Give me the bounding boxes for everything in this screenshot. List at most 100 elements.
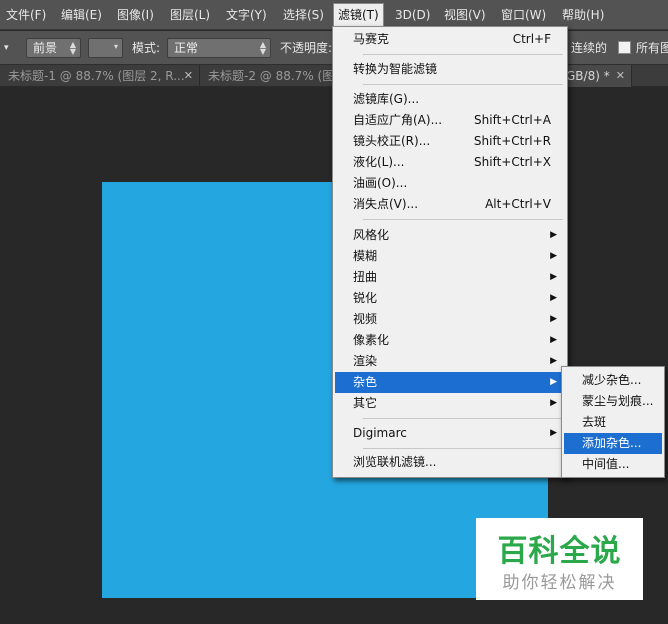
shortcut-label: Ctrl+F [512, 32, 551, 46]
tab-document-3-active[interactable]: GB/8) * ✕ [560, 65, 632, 87]
menu-filter[interactable]: 滤镜(T) [333, 3, 384, 27]
spinner-icon: ▲ ▼ [259, 40, 266, 56]
menu-item-label: 马赛克 [353, 32, 390, 46]
menu-separator [363, 54, 563, 55]
menu-separator [363, 418, 563, 419]
menu-item-label: 视频 [353, 312, 378, 326]
menu-item-browse-filters-online[interactable]: 浏览联机滤镜... [335, 452, 565, 473]
tab-document-2[interactable]: 未标题-2 @ 88.7% (图 [200, 65, 335, 87]
contiguous-label: 连续的 [571, 41, 608, 55]
tool-preset-caret-icon[interactable]: ▾ [4, 38, 9, 58]
menu-item-label: 去斑 [582, 415, 607, 429]
menu-item-last-filter[interactable]: 马赛克 Ctrl+F [335, 29, 565, 50]
menu-item-label: 蒙尘与划痕... [582, 394, 654, 408]
menu-item-label: 添加杂色... [582, 436, 642, 450]
close-icon[interactable]: ✕ [184, 65, 193, 87]
tab-label: GB/8) * [566, 69, 610, 83]
watermark-subtitle: 助你轻松解决 [502, 573, 617, 593]
shortcut-label: Shift+Ctrl+A [474, 113, 551, 127]
menu-item-adaptive-wide-angle[interactable]: 自适应广角(A)... Shift+Ctrl+A [335, 110, 565, 131]
menu-item-oil-paint[interactable]: 油画(O)... [335, 173, 565, 194]
menu-item-label: 滤镜库(G)... [353, 92, 420, 106]
all-layers-checkbox[interactable] [618, 41, 631, 54]
submenu-arrow-icon: ▶ [550, 272, 557, 282]
menu-3d[interactable]: 3D(D) [391, 4, 434, 26]
menu-item-label: 锐化 [353, 291, 378, 305]
menu-item-lens-correction[interactable]: 镜头校正(R)... Shift+Ctrl+R [335, 131, 565, 152]
menu-item-sharpen[interactable]: 锐化 ▶ [335, 288, 565, 309]
menu-item-label: 风格化 [353, 228, 390, 242]
fill-source-select[interactable]: 前景 ▲ ▼ [26, 38, 81, 58]
menu-item-distort[interactable]: 扭曲 ▶ [335, 267, 565, 288]
menu-item-label: 浏览联机滤镜... [353, 455, 437, 469]
watermark-logo: 百科全说 助你轻松解决 [476, 518, 643, 600]
menu-separator [363, 219, 563, 220]
tab-label: 未标题-2 @ 88.7% (图 [208, 69, 335, 83]
menu-item-filter-gallery[interactable]: 滤镜库(G)... [335, 89, 565, 110]
menu-item-label: 中间值... [582, 457, 630, 471]
menu-item-label: 其它 [353, 396, 378, 410]
menu-item-video[interactable]: 视频 ▶ [335, 309, 565, 330]
menu-item-label: 自适应广角(A)... [353, 113, 443, 127]
menu-item-label: 镜头校正(R)... [353, 134, 431, 148]
submenu-arrow-icon: ▶ [550, 335, 557, 345]
pattern-picker[interactable]: ▾ [88, 38, 123, 58]
mode-select[interactable]: 正常 ▲ ▼ [167, 38, 271, 58]
filter-menu: 马赛克 Ctrl+F 转换为智能滤镜 滤镜库(G)... 自适应广角(A)...… [332, 26, 568, 478]
menu-item-vanishing-point[interactable]: 消失点(V)... Alt+Ctrl+V [335, 194, 565, 215]
spinner-icon: ▲ ▼ [69, 40, 76, 56]
menu-item-median[interactable]: 中间值... [564, 454, 662, 475]
menu-item-label: 模糊 [353, 249, 378, 263]
menu-item-reduce-noise[interactable]: 减少杂色... [564, 370, 662, 391]
menu-image[interactable]: 图像(I) [113, 4, 158, 26]
menu-layer[interactable]: 图层(L) [166, 4, 214, 26]
shortcut-label: Shift+Ctrl+R [473, 134, 551, 148]
menu-item-label: 油画(O)... [353, 176, 408, 190]
tab-label: 未标题-1 @ 88.7% (图层 2, R... [8, 69, 185, 83]
chevron-down-icon: ▾ [113, 42, 118, 51]
menu-view[interactable]: 视图(V) [440, 4, 490, 26]
menu-window[interactable]: 窗口(W) [497, 4, 550, 26]
menu-item-label: 杂色 [353, 375, 378, 389]
menu-item-convert-smart-filter[interactable]: 转换为智能滤镜 [335, 59, 565, 80]
menu-item-label: 像素化 [353, 333, 390, 347]
submenu-arrow-icon: ▶ [550, 377, 557, 387]
watermark-title: 百科全说 [497, 534, 622, 569]
menu-item-dust-scratches[interactable]: 蒙尘与划痕... [564, 391, 662, 412]
menu-file[interactable]: 文件(F) [2, 4, 50, 26]
close-icon[interactable]: ✕ [616, 65, 625, 87]
noise-submenu: 减少杂色... 蒙尘与划痕... 去斑 添加杂色... 中间值... [561, 366, 665, 478]
menu-item-label: 扭曲 [353, 270, 378, 284]
menu-edit[interactable]: 编辑(E) [57, 4, 106, 26]
shortcut-label: Alt+Ctrl+V [485, 197, 551, 211]
menu-select[interactable]: 选择(S) [279, 4, 328, 26]
menu-item-pixelate[interactable]: 像素化 ▶ [335, 330, 565, 351]
menu-item-label: 液化(L)... [353, 155, 405, 169]
mode-value: 正常 [174, 41, 199, 55]
menu-item-blur[interactable]: 模糊 ▶ [335, 246, 565, 267]
submenu-arrow-icon: ▶ [550, 230, 557, 240]
menu-separator [363, 84, 563, 85]
menu-item-label: 消失点(V)... [353, 197, 419, 211]
submenu-arrow-icon: ▶ [550, 398, 557, 408]
all-layers-label: 所有图 [636, 41, 668, 55]
menu-item-other[interactable]: 其它 ▶ [335, 393, 565, 414]
submenu-arrow-icon: ▶ [550, 314, 557, 324]
submenu-arrow-icon: ▶ [550, 251, 557, 261]
menu-item-add-noise[interactable]: 添加杂色... [564, 433, 662, 454]
menu-item-liquify[interactable]: 液化(L)... Shift+Ctrl+X [335, 152, 565, 173]
menu-item-stylize[interactable]: 风格化 ▶ [335, 225, 565, 246]
menu-item-despeckle[interactable]: 去斑 [564, 412, 662, 433]
menu-item-digimarc[interactable]: Digimarc ▶ [335, 423, 565, 444]
menu-item-noise[interactable]: 杂色 ▶ [335, 372, 565, 393]
shortcut-label: Shift+Ctrl+X [474, 155, 551, 169]
menu-separator [363, 448, 563, 449]
menu-item-label: Digimarc [353, 426, 407, 440]
menu-item-render[interactable]: 渲染 ▶ [335, 351, 565, 372]
menu-type[interactable]: 文字(Y) [222, 4, 271, 26]
tab-document-1[interactable]: 未标题-1 @ 88.7% (图层 2, R... ✕ [0, 65, 200, 87]
menu-item-label: 转换为智能滤镜 [353, 62, 438, 76]
menu-help[interactable]: 帮助(H) [558, 4, 608, 26]
opacity-label: 不透明度: [280, 41, 333, 55]
fill-source-value: 前景 [33, 41, 58, 55]
